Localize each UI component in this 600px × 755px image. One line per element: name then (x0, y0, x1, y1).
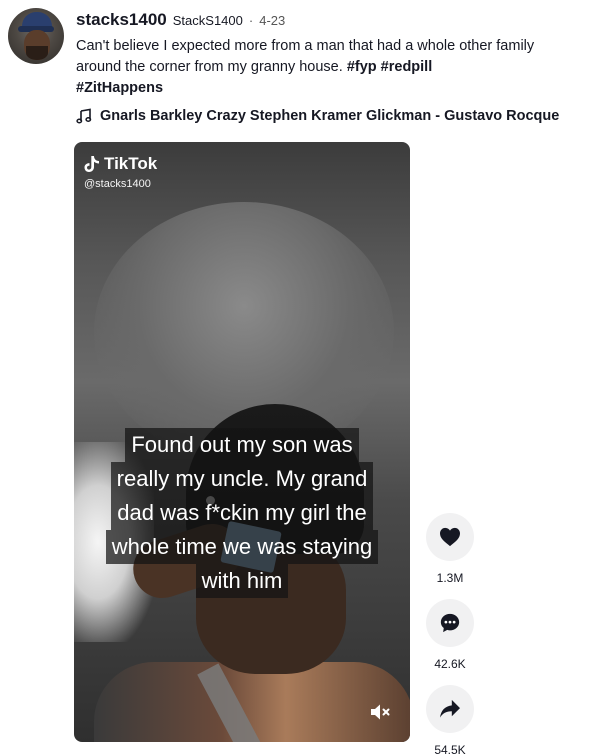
share-button[interactable] (426, 685, 474, 733)
caption-text: Can't believe I expected more from a man… (76, 38, 535, 75)
post-header: stacks1400 StackS1400 · 4-23 (76, 10, 580, 30)
action-bar: 1.3M 42.6K 54.5K (426, 513, 474, 755)
watermark-handle: @stacks1400 (84, 178, 151, 190)
music-note-icon (76, 108, 92, 124)
overlay-line: whole time we was staying (105, 530, 379, 564)
avatar-beard (26, 46, 48, 60)
music-link[interactable]: Gnarls Barkley Crazy Stephen Kramer Glic… (76, 108, 559, 124)
post-date: 4-23 (259, 13, 286, 28)
share-count: 54.5K (434, 743, 466, 755)
share-arrow-icon (440, 699, 460, 718)
avatar[interactable] (8, 8, 64, 64)
tiktok-logo-icon (84, 156, 99, 172)
nickname[interactable]: StackS1400 (173, 13, 243, 28)
tiktok-watermark: TikTok @stacks1400 (84, 154, 157, 190)
username-link[interactable]: stacks1400 (76, 10, 167, 30)
caption: Can't believe I expected more from a man… (76, 36, 576, 99)
hashtag-zithappens[interactable]: #ZitHappens (76, 80, 163, 96)
author-line: stacks1400 StackS1400 · 4-23 (76, 10, 580, 30)
like-action: 1.3M (426, 513, 474, 585)
like-button[interactable] (426, 513, 474, 561)
watermark-brand: TikTok (104, 154, 158, 173)
speaker-muted-icon[interactable] (368, 700, 392, 724)
hashtag-fyp[interactable]: #fyp (347, 59, 377, 75)
overlay-line: really my uncle. My grand (110, 462, 374, 496)
comment-icon (440, 613, 460, 633)
hashtag-redpill[interactable]: #redpill (381, 59, 433, 75)
comment-count: 42.6K (434, 657, 466, 671)
overlay-line: Found out my son was (125, 428, 359, 462)
like-count: 1.3M (436, 571, 464, 585)
video-player[interactable]: TikTok @stacks1400 Found out my son was … (74, 142, 410, 742)
heart-icon (440, 527, 460, 547)
overlay-line: with him (195, 564, 289, 598)
comment-action: 42.6K (426, 599, 474, 671)
music-title: Gnarls Barkley Crazy Stephen Kramer Glic… (100, 108, 560, 124)
overlay-line: dad was f*ckin my girl the (111, 496, 373, 530)
share-action: 54.5K (426, 685, 474, 755)
comment-button[interactable] (426, 599, 474, 647)
separator: · (248, 13, 254, 28)
video-overlay-text: Found out my son was really my uncle. My… (74, 428, 410, 598)
